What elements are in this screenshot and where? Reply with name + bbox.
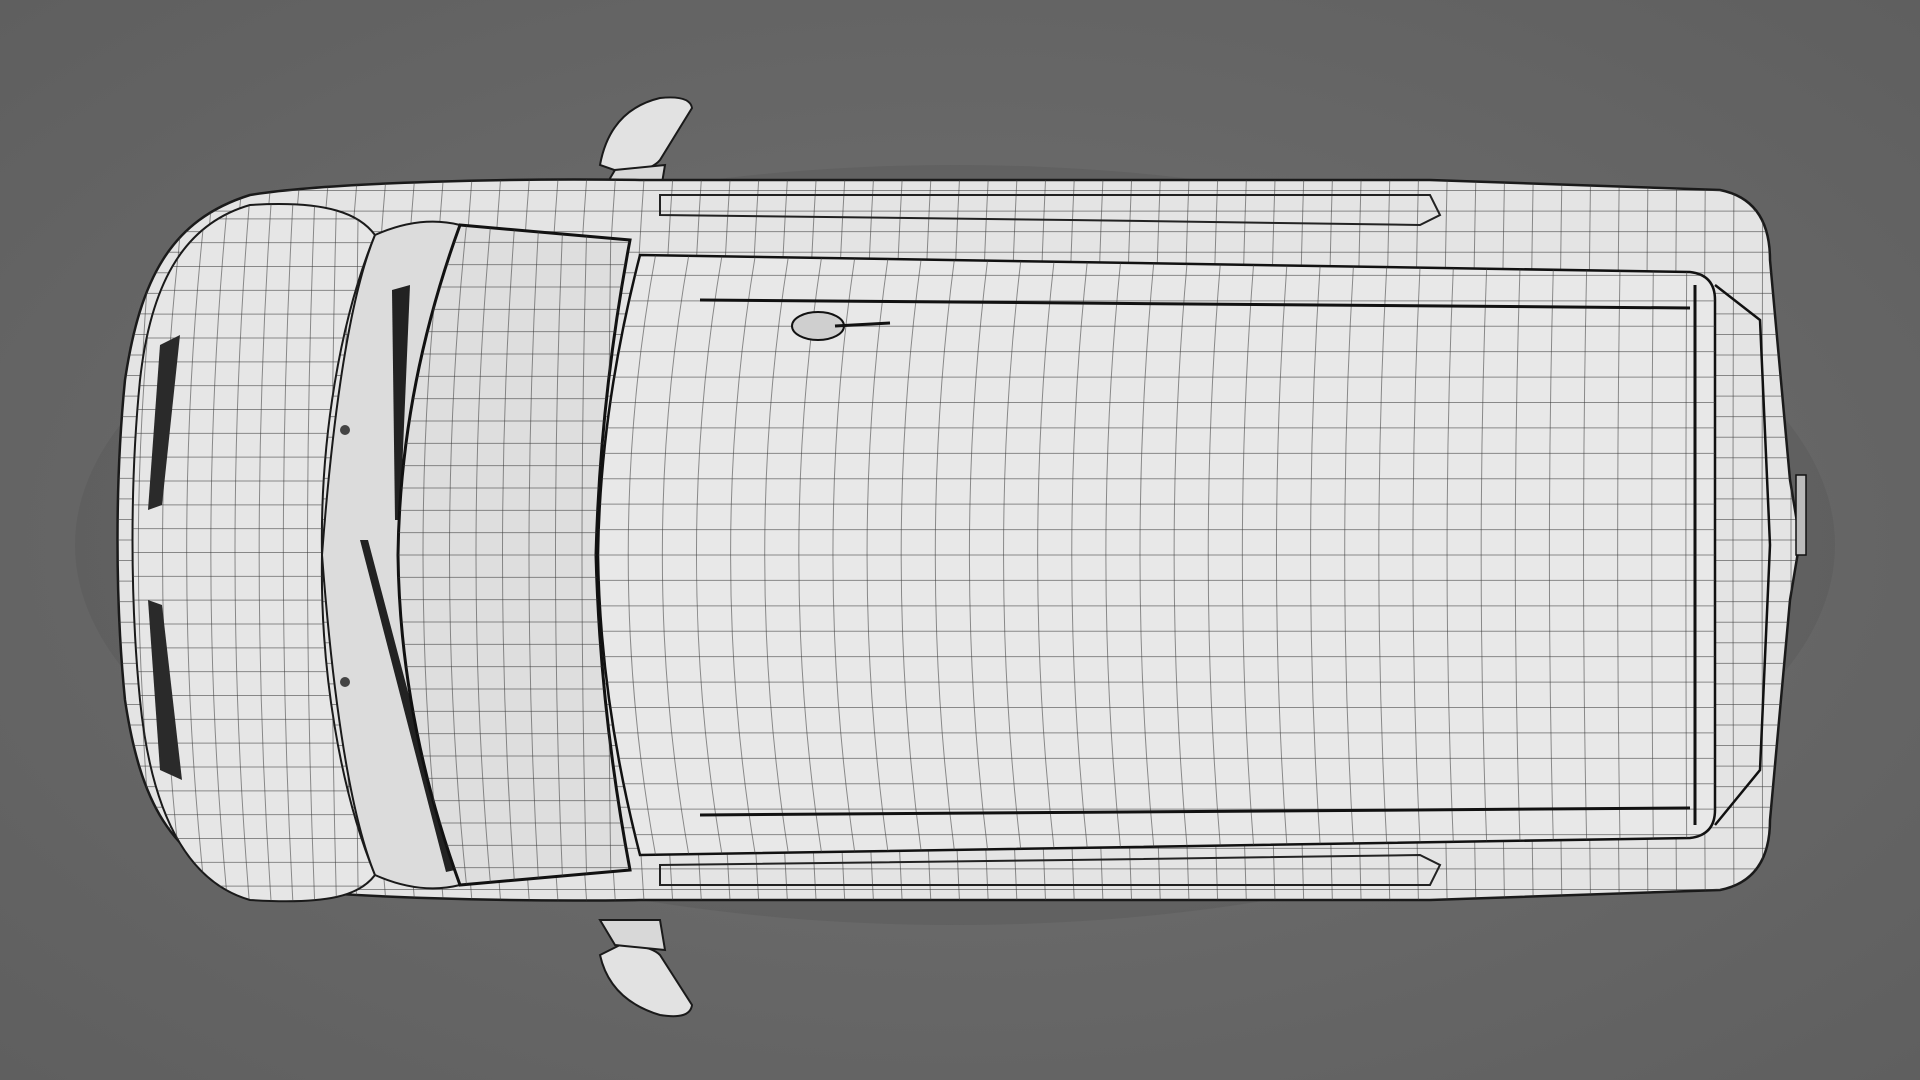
washer-nozzle bbox=[340, 425, 350, 435]
rear-handle bbox=[1795, 474, 1807, 556]
washer-nozzle bbox=[340, 677, 350, 687]
van-wireframe-render bbox=[0, 0, 1920, 1080]
